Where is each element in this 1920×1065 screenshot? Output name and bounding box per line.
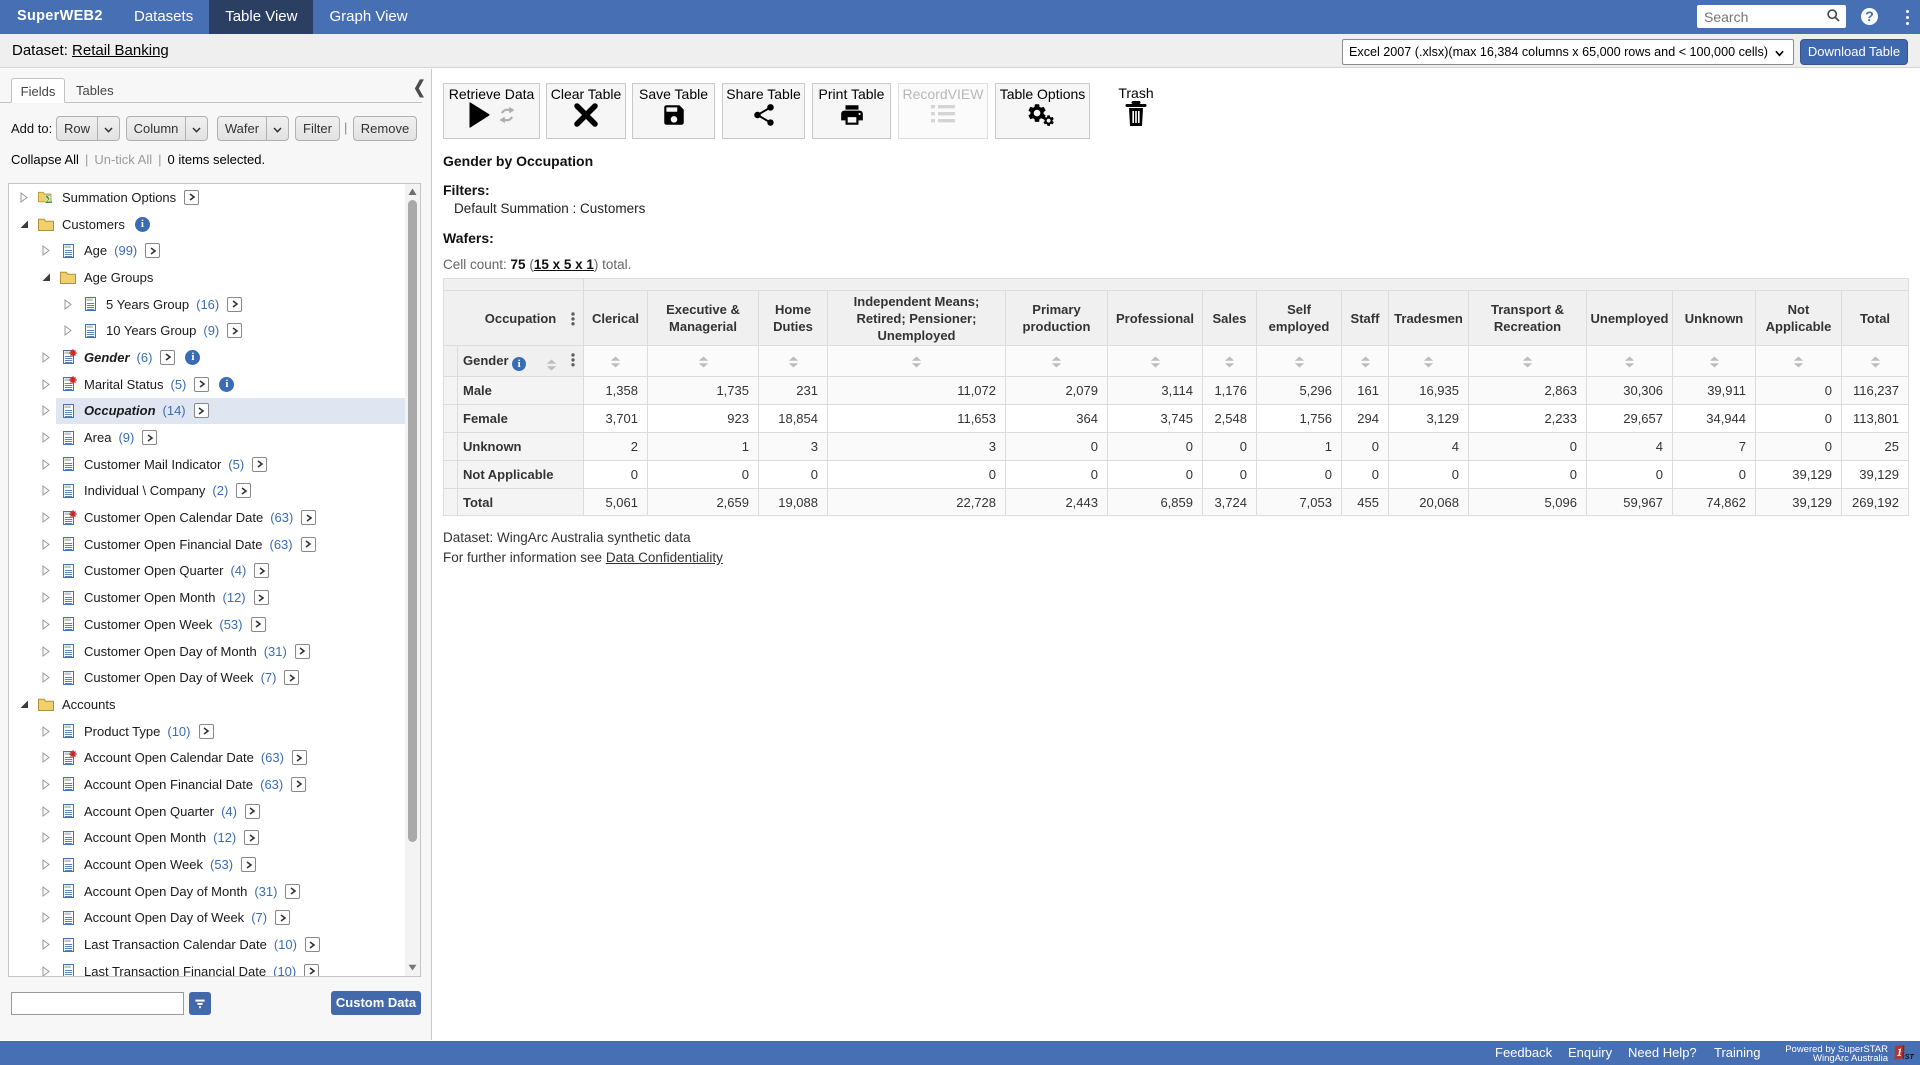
svg-text:ST: ST — [1905, 1054, 1915, 1061]
svg-text:1: 1 — [1897, 1047, 1903, 1059]
svg-text:Σ: Σ — [45, 194, 52, 206]
